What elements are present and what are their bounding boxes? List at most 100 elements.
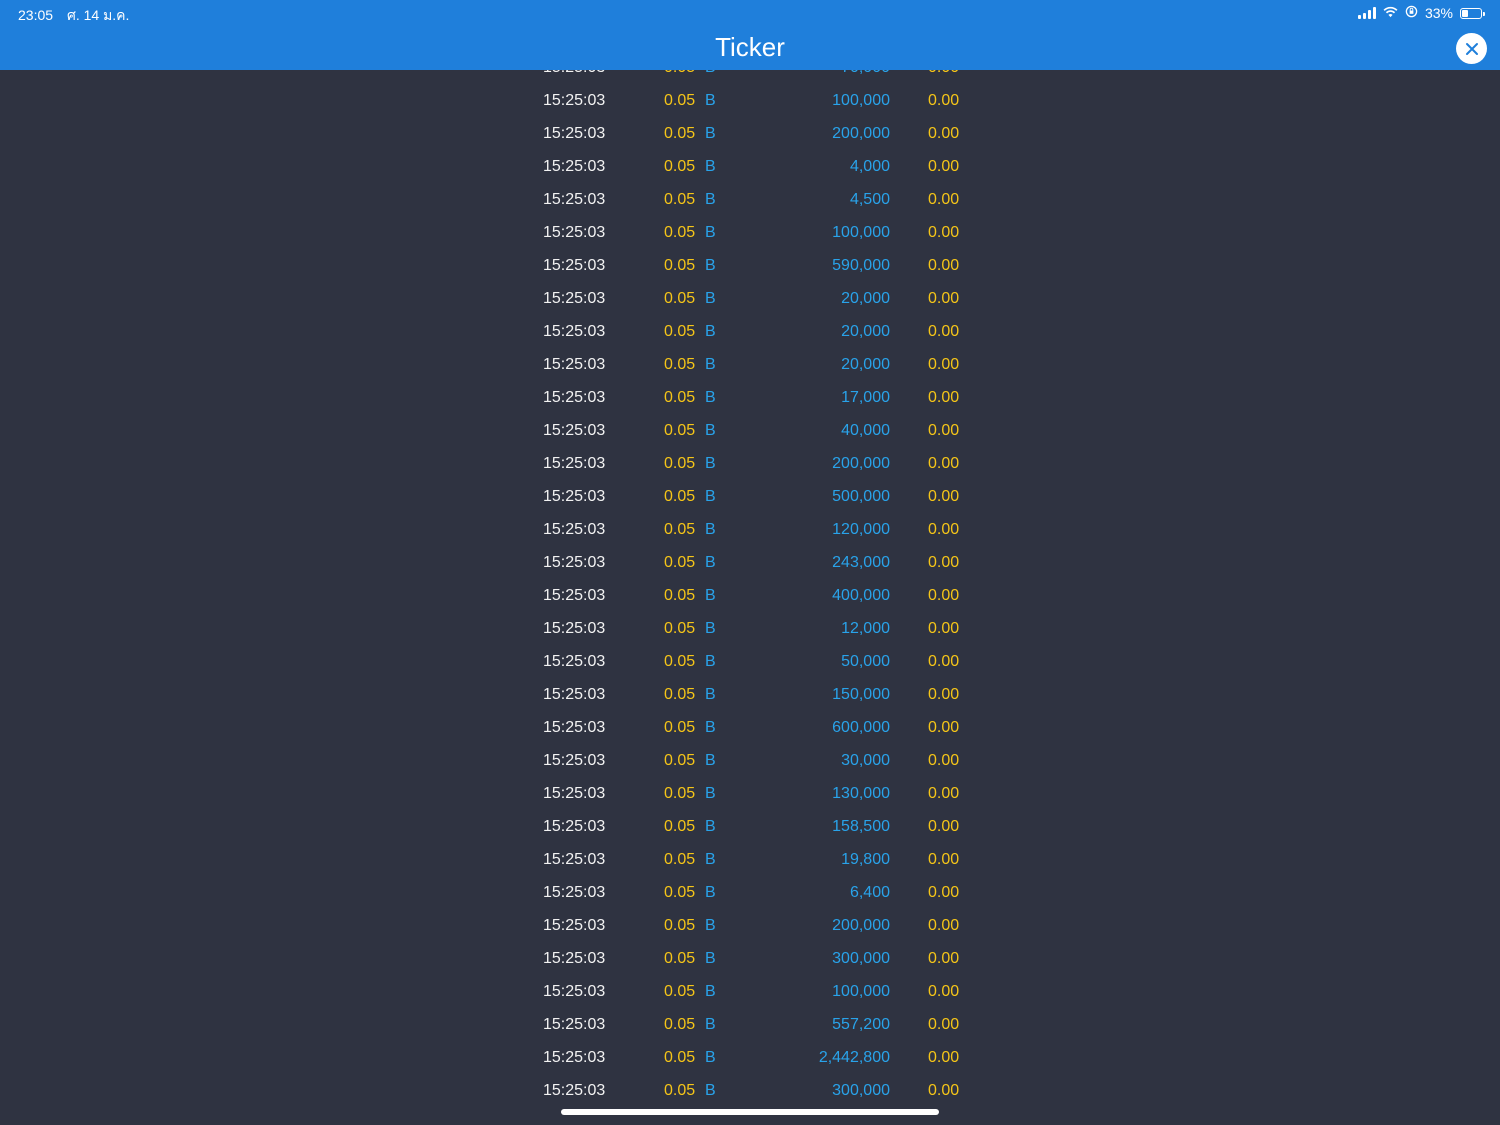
trade-price: 0.05 bbox=[664, 686, 696, 703]
trade-change: 0.00 bbox=[928, 653, 960, 670]
trade-price: 0.05 bbox=[664, 521, 696, 538]
trade-volume: 150,000 bbox=[832, 686, 890, 703]
trade-price: 0.05 bbox=[664, 884, 696, 901]
trade-volume: 50,000 bbox=[841, 653, 890, 670]
trade-price: 0.05 bbox=[664, 752, 696, 769]
trade-side: B bbox=[705, 884, 716, 901]
trade-time: 15:25:03 bbox=[543, 323, 606, 340]
trade-volume: 6,400 bbox=[849, 884, 890, 901]
trade-time: 15:25:03 bbox=[543, 719, 606, 736]
trade-time: 15:25:03 bbox=[543, 1049, 606, 1066]
trade-price: 0.05 bbox=[664, 257, 696, 274]
ticker-row: 15:25:03 0.05 B 4,500 0.00 bbox=[0, 183, 1500, 216]
trade-volume: 4,500 bbox=[849, 191, 890, 208]
trade-change: 0.00 bbox=[928, 587, 960, 604]
trade-volume: 40,000 bbox=[841, 422, 890, 439]
trade-volume: 2,442,800 bbox=[818, 1049, 890, 1066]
trade-time: 15:25:03 bbox=[543, 851, 606, 868]
trade-price: 0.05 bbox=[664, 587, 696, 604]
ticker-row: 15:25:03 0.05 B 6,400 0.00 bbox=[0, 876, 1500, 909]
trade-time: 15:25:03 bbox=[543, 785, 606, 802]
trade-side: B bbox=[705, 521, 716, 538]
orientation-lock-icon bbox=[1405, 5, 1418, 21]
trade-change: 0.00 bbox=[928, 323, 960, 340]
page-title: Ticker bbox=[715, 32, 785, 62]
trade-time: 15:25:03 bbox=[543, 290, 606, 307]
trade-price: 0.05 bbox=[664, 356, 696, 373]
trade-change: 0.00 bbox=[928, 191, 960, 208]
trade-volume: 12,000 bbox=[841, 620, 890, 637]
trade-time: 15:25:03 bbox=[543, 818, 606, 835]
trade-side: B bbox=[705, 389, 716, 406]
status-bar-right: 33% bbox=[1357, 5, 1485, 21]
trade-volume: 120,000 bbox=[832, 521, 890, 538]
trade-volume: 600,000 bbox=[832, 719, 890, 736]
trade-volume: 400,000 bbox=[832, 587, 890, 604]
trade-side: B bbox=[705, 92, 716, 109]
ticker-row: 15:25:03 0.05 B 130,000 0.00 bbox=[0, 777, 1500, 810]
trade-price: 0.05 bbox=[664, 554, 696, 571]
trade-side: B bbox=[705, 488, 716, 505]
ticker-row: 15:25:03 0.05 B 200,000 0.00 bbox=[0, 117, 1500, 150]
trade-volume: 20,000 bbox=[841, 356, 890, 373]
trade-change: 0.00 bbox=[928, 686, 960, 703]
trade-time: 15:25:03 bbox=[543, 125, 606, 142]
status-bar-left: 23:05 ศ. 14 ม.ค. bbox=[18, 5, 139, 27]
ticker-row: 15:25:03 0.05 B 120,000 0.00 bbox=[0, 513, 1500, 546]
trade-side: B bbox=[705, 554, 716, 571]
trade-change: 0.00 bbox=[928, 422, 960, 439]
trade-change: 0.00 bbox=[928, 1016, 960, 1033]
trade-change: 0.00 bbox=[928, 818, 960, 835]
trade-side: B bbox=[705, 455, 716, 472]
ticker-row: 15:25:03 0.05 B 50,000 0.00 bbox=[0, 645, 1500, 678]
ticker-row: 15:25:03 0.05 B 4,000 0.00 bbox=[0, 150, 1500, 183]
ticker-row: 15:25:03 0.05 B 400,000 0.00 bbox=[0, 579, 1500, 612]
ticker-row: 15:25:03 0.05 B 300,000 0.00 bbox=[0, 1074, 1500, 1107]
trade-change: 0.00 bbox=[928, 950, 960, 967]
trade-price: 0.05 bbox=[664, 455, 696, 472]
ticker-row: 15:25:03 0.05 B 243,000 0.00 bbox=[0, 546, 1500, 579]
trade-price: 0.05 bbox=[664, 158, 696, 175]
trade-time: 15:25:03 bbox=[543, 422, 606, 439]
trade-side: B bbox=[705, 323, 716, 340]
trade-time: 15:25:03 bbox=[543, 587, 606, 604]
trade-change: 0.00 bbox=[928, 785, 960, 802]
trade-volume: 30,000 bbox=[841, 752, 890, 769]
ticker-row: 15:25:03 0.05 B 557,200 0.00 bbox=[0, 1008, 1500, 1041]
ticker-row: 15:25:03 0.05 B 500,000 0.00 bbox=[0, 480, 1500, 513]
trade-price: 0.05 bbox=[664, 818, 696, 835]
trade-side: B bbox=[705, 686, 716, 703]
ticker-row: 15:25:03 0.05 B 600,000 0.00 bbox=[0, 711, 1500, 744]
ticker-row: 15:25:03 0.05 B 300,000 0.00 bbox=[0, 942, 1500, 975]
ticker-row: 15:25:03 0.05 B 12,000 0.00 bbox=[0, 612, 1500, 645]
ticker-row: 15:25:03 0.05 B 158,500 0.00 bbox=[0, 810, 1500, 843]
status-date: ศ. 14 ม.ค. bbox=[66, 7, 130, 23]
trade-side: B bbox=[705, 356, 716, 373]
trade-price: 0.05 bbox=[664, 488, 696, 505]
trade-volume: 200,000 bbox=[832, 125, 890, 142]
trade-price: 0.05 bbox=[664, 224, 696, 241]
home-indicator[interactable] bbox=[561, 1109, 939, 1115]
trade-price: 0.05 bbox=[664, 620, 696, 637]
ticker-row: 15:25:03 0.05 B 20,000 0.00 bbox=[0, 282, 1500, 315]
trade-volume: 100,000 bbox=[832, 92, 890, 109]
ticker-row: 15:25:03 0.05 B 100,000 0.00 bbox=[0, 975, 1500, 1008]
trade-side: B bbox=[705, 785, 716, 802]
trade-volume: 158,500 bbox=[832, 818, 890, 835]
trade-price: 0.05 bbox=[664, 1016, 696, 1033]
trade-volume: 200,000 bbox=[832, 455, 890, 472]
trade-price: 0.05 bbox=[664, 1049, 696, 1066]
trade-change: 0.00 bbox=[928, 851, 960, 868]
trade-change: 0.00 bbox=[928, 554, 960, 571]
trade-change: 0.00 bbox=[928, 1082, 960, 1099]
close-button[interactable] bbox=[1456, 33, 1487, 64]
trade-time: 15:25:03 bbox=[543, 950, 606, 967]
trade-time: 15:25:03 bbox=[543, 224, 606, 241]
trade-time: 15:25:03 bbox=[543, 191, 606, 208]
trade-change: 0.00 bbox=[928, 884, 960, 901]
trade-time: 15:25:03 bbox=[543, 389, 606, 406]
trade-side: B bbox=[705, 158, 716, 175]
trade-side: B bbox=[705, 653, 716, 670]
ticker-list[interactable]: 15:25:030.05B70,0000.0015:25:030.05B100,… bbox=[0, 51, 1500, 1125]
trade-volume: 100,000 bbox=[832, 983, 890, 1000]
